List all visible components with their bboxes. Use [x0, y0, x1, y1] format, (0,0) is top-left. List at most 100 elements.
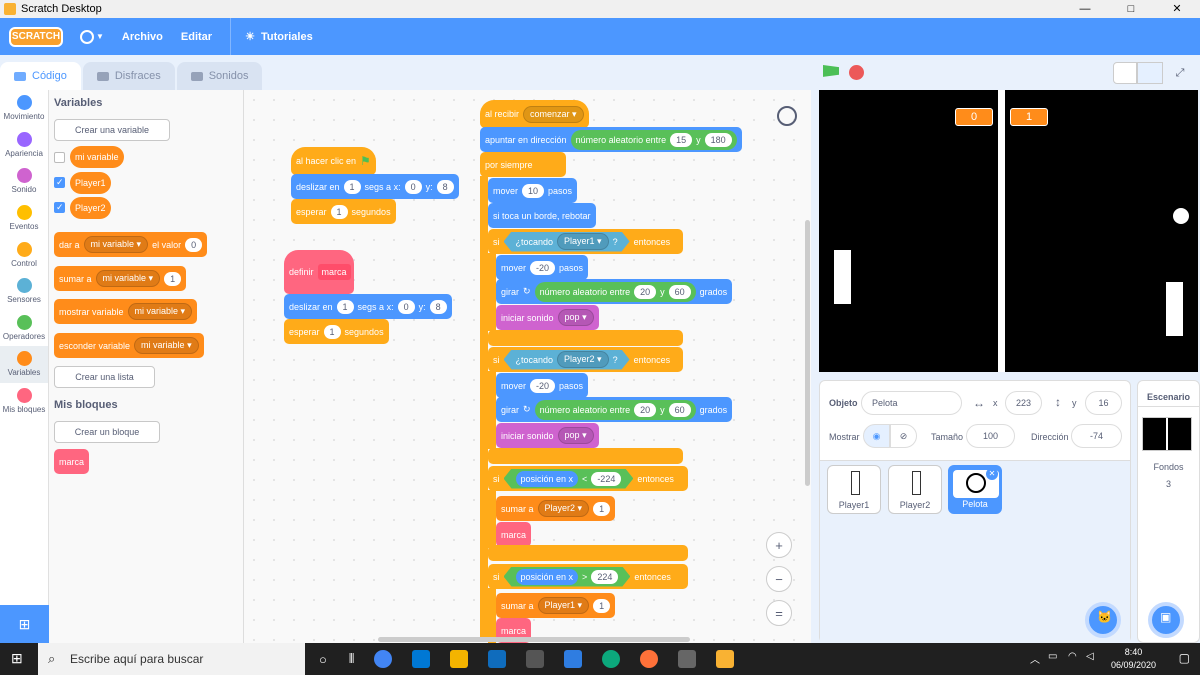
player2-paddle[interactable]: [1166, 282, 1183, 336]
category-events[interactable]: Eventos: [0, 200, 48, 237]
scratch-taskbar-icon[interactable]: [716, 650, 735, 668]
stage-selector[interactable]: Escenario Fondos 3 ▣: [1137, 380, 1200, 643]
sprite-thumbnail-player2[interactable]: Player2: [888, 465, 942, 514]
play-sound-block[interactable]: iniciar sonido pop: [496, 423, 599, 448]
zoom-reset-button[interactable]: =: [766, 600, 792, 626]
point-direction-block[interactable]: apuntar en dirección número aleatorio ent…: [480, 127, 742, 152]
random-reporter[interactable]: número aleatorio entre 20 y 60: [534, 281, 696, 302]
if-block[interactable]: si posición en x >224 entonces: [488, 564, 688, 589]
language-globe-icon[interactable]: [80, 29, 94, 44]
chrome-icon[interactable]: [374, 650, 393, 668]
hide-variable-block[interactable]: esconder variable mi variable: [54, 333, 204, 358]
var-reporter[interactable]: Player2: [70, 197, 111, 219]
sprite-thumbnail-player1[interactable]: Player1: [827, 465, 881, 514]
glide-block[interactable]: deslizar en 1 segs a x: 0 y: 8: [291, 174, 459, 199]
play-sound-block[interactable]: iniciar sonido pop: [496, 305, 599, 330]
custom-block[interactable]: marca: [496, 522, 532, 547]
mail-icon[interactable]: [412, 650, 431, 668]
change-variable-block[interactable]: sumar aPlayer21: [496, 496, 616, 521]
maximize-button[interactable]: □: [1108, 0, 1154, 18]
stage-canvas[interactable]: 0 1: [819, 90, 1198, 372]
sprite-thumbnail-ball[interactable]: ✕ Pelota: [948, 465, 1002, 514]
make-list-button[interactable]: Crear una lista: [54, 366, 155, 388]
custom-block[interactable]: marca: [54, 449, 90, 474]
show-visible-icon[interactable]: ◉: [863, 424, 890, 448]
move-block[interactable]: mover -20 pasos: [496, 373, 589, 398]
battery-icon[interactable]: ▭: [1048, 651, 1057, 662]
wait-block[interactable]: esperar 1 segundos: [291, 199, 396, 224]
random-reporter[interactable]: número aleatorio entre 15 y 180: [570, 129, 737, 150]
move-block[interactable]: mover 10 pasos: [488, 178, 578, 203]
scratch-logo[interactable]: SCRATCH: [9, 26, 63, 47]
var-reporter[interactable]: Player1: [70, 172, 111, 194]
tab-sounds[interactable]: Sonidos: [176, 62, 263, 90]
show-variable-block[interactable]: mostrar variable mi variable: [54, 299, 198, 324]
delete-sprite-icon[interactable]: ✕: [986, 468, 998, 480]
green-flag-button[interactable]: [823, 65, 839, 77]
size-field[interactable]: 100: [966, 424, 1015, 448]
ball-sprite[interactable]: [1173, 208, 1189, 224]
taskbar-clock[interactable]: 8:40 06/09/2020: [1111, 646, 1156, 672]
category-control[interactable]: Control: [0, 236, 48, 273]
firefox-icon[interactable]: [640, 650, 659, 668]
x-field[interactable]: 223: [1005, 391, 1042, 415]
taskbar-search-box[interactable]: ⌕ Escribe aquí para buscar: [38, 643, 305, 675]
menu-tutorials[interactable]: Tutoriales: [261, 31, 313, 43]
touching-reporter[interactable]: ¿tocandoPlayer1?: [504, 232, 630, 252]
choose-backdrop-button[interactable]: ▣: [1148, 602, 1184, 638]
hide-visible-icon[interactable]: ⊘: [890, 424, 917, 448]
var-reporter[interactable]: mi variable: [70, 146, 124, 168]
y-field[interactable]: 16: [1085, 391, 1122, 415]
choose-sprite-button[interactable]: 🐱: [1085, 602, 1121, 638]
bounce-block[interactable]: si toca un borde, rebotar: [488, 203, 596, 228]
x-position-reporter[interactable]: posición en x: [516, 471, 579, 487]
if-block[interactable]: si¿tocandoPlayer1?entonces: [488, 229, 683, 254]
volume-icon[interactable]: ◁: [1086, 651, 1094, 662]
when-flag-clicked-block[interactable]: al hacer clic en ⚑: [291, 147, 376, 175]
var-checkbox[interactable]: [54, 202, 65, 213]
wait-block[interactable]: esperar 1 segundos: [284, 319, 389, 344]
tab-costumes[interactable]: Disfraces: [82, 62, 175, 90]
wifi-icon[interactable]: ◠: [1068, 651, 1077, 662]
when-receive-block[interactable]: al recibir comenzar: [480, 100, 589, 128]
menu-file[interactable]: Archivo: [122, 31, 163, 43]
script-area[interactable]: al hacer clic en ⚑ deslizar en 1 segs a x: 0…: [244, 90, 811, 643]
fullscreen-icon[interactable]: ⤢: [1168, 62, 1192, 84]
stop-button[interactable]: [849, 65, 864, 80]
category-variables[interactable]: Variables: [0, 346, 48, 383]
category-motion[interactable]: Movimiento: [0, 90, 48, 127]
define-block[interactable]: definir marca: [284, 250, 354, 294]
change-variable-block[interactable]: sumar aPlayer11: [496, 593, 616, 618]
x-position-reporter[interactable]: posición en x: [516, 569, 579, 585]
zoom-out-button[interactable]: −: [766, 566, 792, 592]
category-looks[interactable]: Apariencia: [0, 127, 48, 164]
direction-field[interactable]: -74: [1071, 424, 1122, 448]
store-icon[interactable]: [526, 650, 545, 668]
less-than-reporter[interactable]: posición en x < -224: [504, 469, 634, 489]
if-block[interactable]: si¿tocandoPlayer2?entonces: [488, 347, 683, 372]
outlook-icon[interactable]: [488, 650, 507, 668]
notifications-icon[interactable]: ▢: [1179, 651, 1190, 665]
tab-code[interactable]: Código: [0, 62, 81, 90]
turn-block[interactable]: girar ↻ número aleatorio entre 20 y 60 grados: [496, 397, 733, 422]
small-stage-button[interactable]: [1113, 62, 1137, 84]
category-myblocks[interactable]: Mis bloques: [0, 383, 48, 420]
file-explorer-icon[interactable]: [450, 650, 469, 668]
tray-chevron-icon[interactable]: ︿: [1030, 651, 1040, 666]
move-block[interactable]: mover -20 pasos: [496, 255, 589, 280]
windows-start-icon[interactable]: ⊞: [11, 650, 23, 667]
chevron-down-icon[interactable]: ▼: [96, 32, 104, 41]
touching-reporter[interactable]: ¿tocandoPlayer2?: [504, 350, 630, 370]
zoom-in-button[interactable]: +: [766, 532, 792, 558]
sprite-name-field[interactable]: Pelota: [861, 391, 962, 415]
var-checkbox[interactable]: [54, 152, 65, 163]
vertical-scrollbar[interactable]: [805, 220, 810, 486]
add-extension-button[interactable]: ⊞: [0, 605, 49, 643]
category-sensing[interactable]: Sensores: [0, 273, 48, 310]
random-reporter[interactable]: número aleatorio entre 20 y 60: [534, 399, 696, 420]
close-button[interactable]: ✕: [1154, 0, 1200, 18]
make-block-button[interactable]: Crear un bloque: [54, 421, 160, 443]
timeline-icon[interactable]: ⫴: [349, 651, 354, 667]
var-checkbox[interactable]: [54, 177, 65, 188]
menu-edit[interactable]: Editar: [181, 31, 212, 43]
